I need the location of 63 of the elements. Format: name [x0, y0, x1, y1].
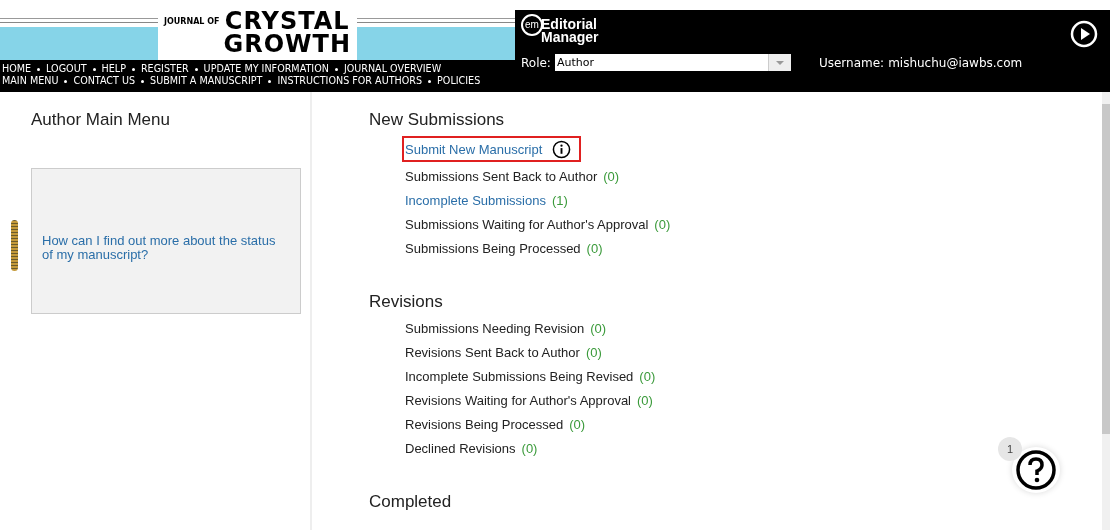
menu-item[interactable]: Submissions Waiting for Author's Approval [405, 216, 649, 232]
separator-dot [141, 79, 145, 83]
item-count: (0) [569, 416, 586, 432]
separator-dot [92, 67, 96, 71]
section-heading: New Submissions [369, 110, 506, 130]
menu-item[interactable]: Revisions Being Processed [405, 416, 564, 432]
menu-item[interactable]: Declined Revisions [405, 440, 516, 456]
item-count: (0) [603, 168, 620, 184]
menu-item[interactable]: Revisions Sent Back to Author [405, 344, 580, 360]
item-count: (0) [654, 216, 671, 232]
username-label: Username: [818, 55, 885, 70]
nav-link[interactable]: CONTACT US [73, 75, 136, 87]
item-count: (1) [551, 192, 568, 208]
menu-link[interactable]: Incomplete Submissions [405, 192, 546, 208]
menu-item[interactable]: Revisions Waiting for Author's Approval [405, 392, 631, 408]
nav-link[interactable]: HOME [2, 63, 32, 75]
item-count: (0) [585, 344, 602, 360]
role-label: Role: [521, 55, 551, 70]
nav-link[interactable]: UPDATE MY INFORMATION [203, 63, 329, 75]
username-value: mishuchu@iawbs.com [888, 55, 1023, 70]
play-icon[interactable] [1070, 20, 1098, 48]
resize-handle[interactable] [11, 220, 18, 271]
menu-item[interactable]: Incomplete Submissions Being Revised [405, 368, 634, 384]
sidebar-title: Author Main Menu [31, 110, 171, 130]
item-count: (0) [639, 368, 656, 384]
info-icon[interactable] [552, 139, 572, 159]
nav-link[interactable]: LOGOUT [46, 63, 87, 75]
item-count: (0) [637, 392, 653, 408]
separator-dot [64, 79, 68, 83]
item-count: (0) [590, 320, 607, 336]
role-dropdown[interactable]: Author [554, 54, 791, 71]
notification-badge: 1 [998, 437, 1022, 461]
scrollbar[interactable] [1102, 92, 1110, 530]
separator-dot [334, 67, 338, 71]
item-count: (0) [586, 240, 603, 256]
help-question-link[interactable]: How can I find out more about the status of my manuscript? [42, 220, 282, 262]
nav-link[interactable]: JOURNAL OVERVIEW [343, 63, 442, 75]
menu-link[interactable]: Submit New Manuscript [405, 141, 543, 157]
nav-link[interactable]: REGISTER [140, 63, 189, 75]
separator-dot [428, 79, 432, 83]
menu-item[interactable]: Submissions Sent Back to Author [405, 168, 598, 184]
separator-dot [268, 79, 272, 83]
nav-link[interactable]: INSTRUCTIONS FOR AUTHORS [277, 75, 423, 87]
menu-item[interactable]: Submissions Being Processed [405, 240, 581, 256]
editorial-manager-logo: em Editorial Manager [521, 14, 599, 44]
logo-prefix: JOURNAL OF [164, 17, 220, 26]
question-icon [1014, 448, 1058, 492]
nav-link[interactable]: POLICIES [437, 75, 481, 87]
nav-link[interactable]: HELP [101, 63, 126, 75]
nav-link[interactable]: MAIN MENU [2, 75, 59, 87]
separator-dot [194, 67, 198, 71]
nav-link[interactable]: SUBMIT A MANUSCRIPT [150, 75, 263, 87]
help-button[interactable] [1012, 447, 1060, 493]
section-heading: Completed [369, 492, 453, 512]
logo-title: CRYSTAL [224, 10, 350, 33]
caret-icon [767, 54, 791, 71]
separator-dot [37, 67, 41, 71]
menu-item[interactable]: Submissions Needing Revision [405, 320, 585, 336]
separator-dot [131, 67, 135, 71]
logo-title: GROWTH [223, 33, 351, 56]
scrollbar-thumb[interactable] [1102, 104, 1110, 434]
section-heading: Revisions [369, 292, 444, 312]
item-count: (0) [521, 440, 538, 456]
